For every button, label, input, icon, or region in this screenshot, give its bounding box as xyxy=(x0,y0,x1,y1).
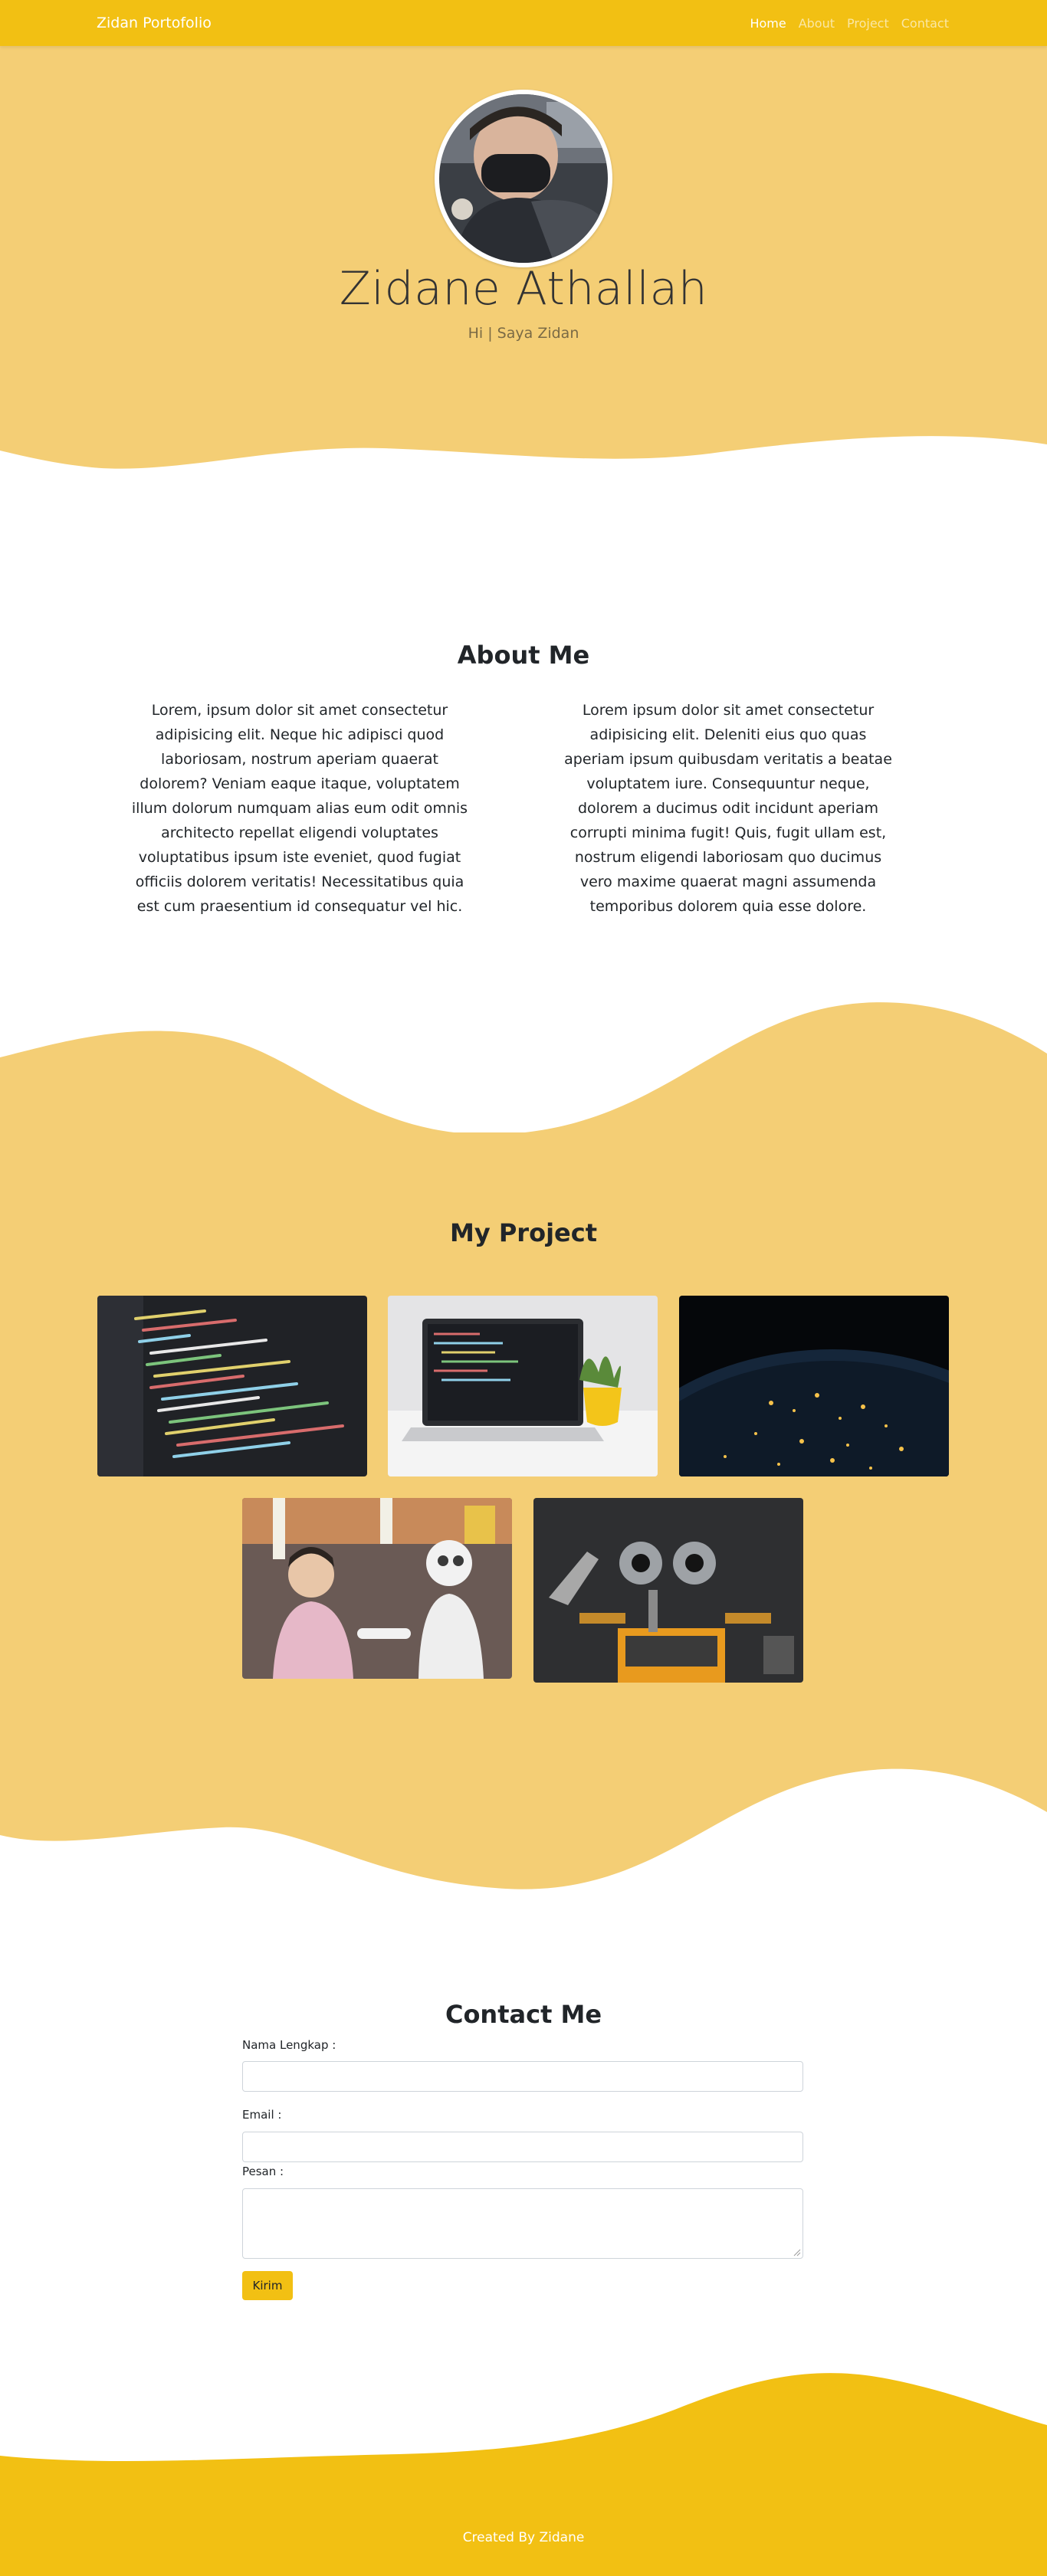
contact-title: Contact Me xyxy=(445,2000,602,2029)
nav-link-home[interactable]: Home xyxy=(750,16,786,31)
nav-links: Home About Project Contact xyxy=(750,0,949,46)
code-screen-image xyxy=(97,1296,367,1476)
resize-grip-icon[interactable] xyxy=(793,2249,801,2256)
hero-subtitle: Hi | Saya Zidan xyxy=(468,325,579,342)
project-image-earth[interactable] xyxy=(679,1296,949,1476)
profile-avatar-frame xyxy=(435,90,612,267)
navbar-brand[interactable]: Zidan Portofolio xyxy=(97,0,212,46)
project-image-child-robot[interactable] xyxy=(242,1498,512,1679)
hero-name: Zidane Athallah xyxy=(339,262,708,316)
profile-photo xyxy=(439,94,608,263)
footer-wave xyxy=(0,2373,1047,2465)
nav-link-about[interactable]: About xyxy=(799,16,835,31)
project-top-wave xyxy=(0,1002,1047,1134)
laptop-desk-image xyxy=(388,1296,658,1476)
project-image-wall-e[interactable] xyxy=(533,1498,803,1683)
nav-link-project[interactable]: Project xyxy=(847,16,889,31)
email-field-label: Email : xyxy=(242,2108,282,2122)
hero-wave-divider xyxy=(0,429,1047,469)
message-field-label: Pesan : xyxy=(242,2165,284,2178)
project-image-code[interactable] xyxy=(97,1296,367,1476)
message-textarea[interactable] xyxy=(242,2188,803,2259)
nav-link-contact[interactable]: Contact xyxy=(901,16,949,31)
submit-button[interactable]: Kirim xyxy=(242,2271,293,2300)
project-image-laptop[interactable] xyxy=(388,1296,658,1476)
about-title: About Me xyxy=(457,641,590,670)
about-paragraph-right: Lorem ipsum dolor sit amet consectetur a… xyxy=(564,702,892,915)
email-input[interactable] xyxy=(242,2132,803,2162)
project-title: My Project xyxy=(450,1218,597,1247)
hero-section: Zidane Athallah Hi | Saya Zidan xyxy=(0,46,1047,429)
name-input[interactable] xyxy=(242,2061,803,2092)
navbar: Zidan Portofolio Home About Project Cont… xyxy=(0,0,1047,46)
footer-text: Created By Zidane xyxy=(462,2530,585,2545)
profile-avatar xyxy=(439,94,608,263)
wall-e-robot-image xyxy=(533,1498,803,1683)
project-bottom-wave xyxy=(0,1758,1047,1889)
earth-night-image xyxy=(679,1296,949,1476)
about-paragraph-left: Lorem, ipsum dolor sit amet consectetur … xyxy=(131,702,468,915)
child-robot-image xyxy=(242,1498,512,1679)
footer xyxy=(0,2463,1047,2576)
name-field-label: Nama Lengkap : xyxy=(242,2038,336,2052)
